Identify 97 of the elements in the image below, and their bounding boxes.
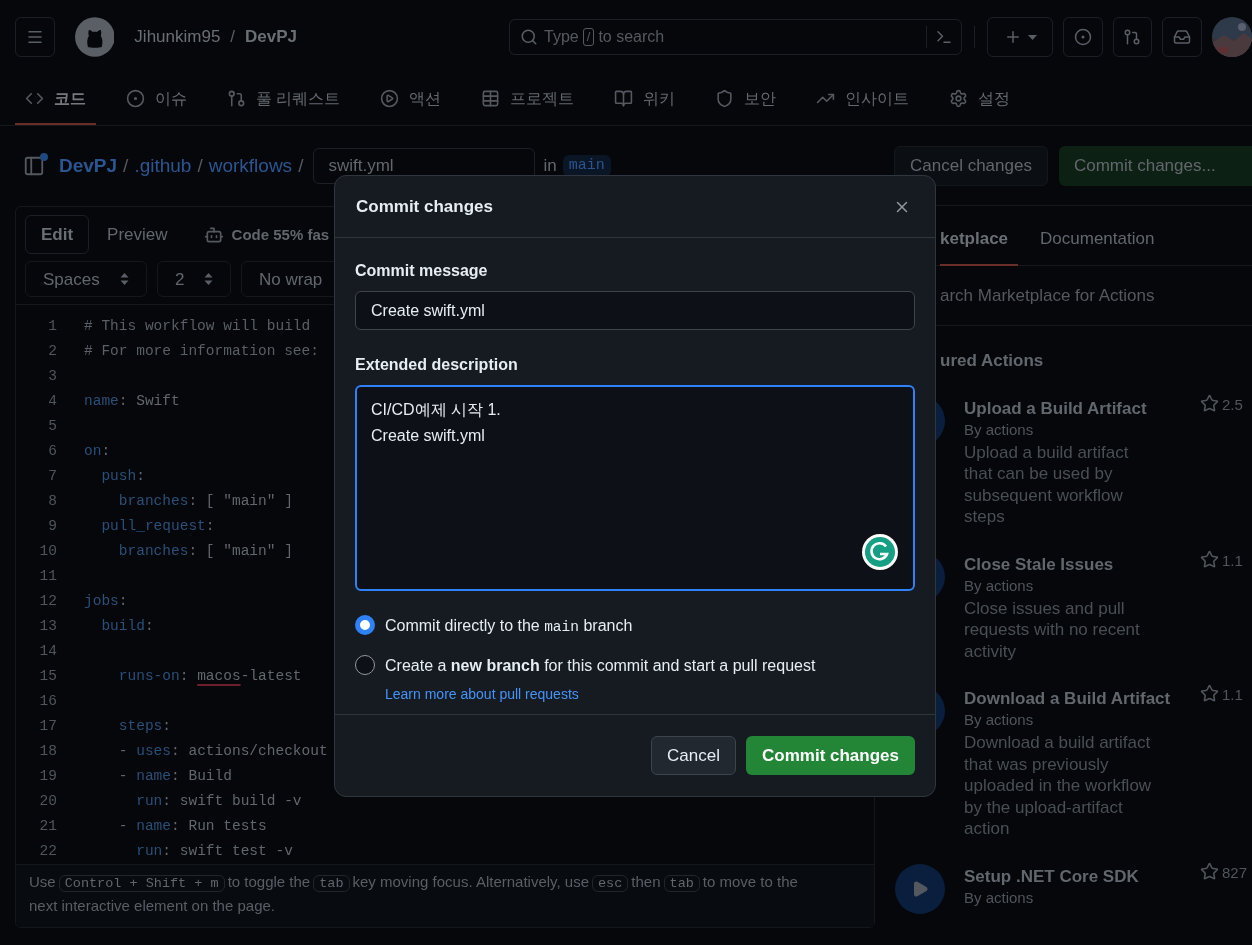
action-author: By actions (964, 575, 1035, 596)
code-line: - uses: actions/checkout (117, 741, 328, 761)
line-number: 10 (38, 541, 57, 561)
search-field[interactable]: Type / to search (509, 19, 963, 55)
repo-name[interactable]: DevPJ (245, 24, 298, 50)
keyboard-hint: Use Control + Shift + m to toggle the tab key moving focus. Alternatively, use esc then tab to move to the next interactive element on the page. (29, 872, 799, 916)
code-line: run: swift test -v (135, 841, 293, 861)
line-number: 1 (47, 316, 57, 336)
nav-tab[interactable]: 위키 (604, 74, 686, 125)
commit-message-field[interactable]: Create swift.yml (355, 291, 915, 330)
dialog-title: Commit changes (356, 195, 493, 218)
search-placeholder: Type / to search (544, 27, 665, 48)
code-line: on: (84, 441, 111, 461)
panel-tab[interactable]: Documentation (1040, 214, 1155, 266)
radio-label[interactable]: Create a new branch for this commit and start a pull request (385, 653, 816, 678)
nav-tab[interactable]: 보안 (705, 74, 787, 125)
editor-select[interactable]: Spaces (25, 261, 147, 298)
star-count: 2.5 (1222, 394, 1243, 415)
code-line: build: (100, 616, 154, 636)
learn-more-link[interactable]: Learn more about pull requests (385, 683, 816, 705)
field-label: Extended description (355, 355, 519, 375)
line-number: 5 (47, 416, 57, 436)
nav-tab[interactable]: 인사이트 (806, 74, 920, 125)
code-line: run: swift build -v (135, 791, 302, 811)
path-separator: / (123, 153, 129, 178)
code-line: # For more information see: (84, 341, 319, 361)
action-description: Upload a build artifact that can be used by subsequent workflow steps (964, 441, 1130, 528)
code-line: branches: [ "main" ] (117, 491, 293, 511)
nav-tab[interactable]: 코드 (15, 74, 96, 125)
editor-tab[interactable]: Edit (25, 215, 90, 255)
nav-tab[interactable]: 설정 (939, 74, 1021, 125)
code-line: name: Swift (84, 391, 180, 411)
branch-label: in (543, 155, 557, 178)
code-line: steps: (117, 716, 172, 736)
line-number: 9 (47, 516, 57, 536)
line-number: 7 (47, 466, 57, 486)
action-author: By actions (964, 887, 1035, 908)
description-field[interactable]: CI/CD예제 시작 1. Create swift.yml (355, 385, 915, 591)
code-line: runs-on: macos-latest (117, 666, 302, 686)
action-title[interactable]: Setup .NET Core SDK (964, 865, 1194, 888)
nav-tab[interactable]: 이슈 (116, 74, 197, 125)
breadcrumb-link[interactable]: workflows (208, 151, 293, 181)
code-line: branches: [ "main" ] (117, 541, 293, 561)
line-number: 8 (47, 491, 57, 511)
branch-name: main (562, 154, 611, 178)
action-description: Close issues and pull requests with no recent activity (964, 597, 1141, 662)
section-heading: ured Actions (940, 350, 1045, 372)
breadcrumb-link[interactable]: .github (134, 151, 192, 181)
action-author: By actions (964, 710, 1035, 730)
radio-label[interactable]: Commit directly to the main branch (385, 614, 633, 639)
breadcrumb-link[interactable]: DevPJ (59, 151, 118, 181)
commit-button[interactable]: Commit changes (746, 736, 915, 775)
line-number: 11 (38, 566, 57, 586)
line-number: 18 (38, 741, 57, 761)
action-description: Download a build artifact that was previously uploaded in the workflow by the upload-artifact action (964, 732, 1153, 840)
line-number: 14 (38, 641, 57, 661)
nav-tab[interactable]: 프로젝트 (471, 74, 585, 125)
line-number: 6 (47, 441, 57, 461)
line-number: 13 (38, 616, 57, 636)
nav-tab[interactable]: 액션 (370, 74, 452, 125)
line-number: 3 (47, 366, 57, 386)
action-author: By actions (964, 419, 1035, 440)
line-number: 20 (38, 791, 57, 811)
line-number: 16 (38, 691, 57, 711)
star-count: 1.1 (1222, 685, 1243, 705)
cancel-button[interactable]: Cancel (651, 736, 736, 775)
field-label: Commit message (355, 261, 489, 281)
cancel-changes-button[interactable]: Cancel changes (894, 145, 1048, 186)
action-title[interactable]: Close Stale Issues (964, 553, 1194, 576)
panel-tab[interactable]: ketplace (940, 214, 1019, 266)
path-separator: / (197, 153, 203, 178)
editor-tab[interactable]: Preview (91, 215, 184, 255)
code-line: - name: Build (117, 766, 232, 786)
line-number: 2 (47, 341, 57, 361)
line-number: 21 (38, 816, 57, 836)
repo-owner[interactable]: Jihunkim95 (134, 24, 221, 50)
action-title[interactable]: Upload a Build Artifact (964, 397, 1194, 420)
line-number: 12 (38, 591, 57, 611)
code-line: # This workflow will build (84, 316, 311, 336)
editor-select[interactable]: 2 (157, 261, 231, 298)
action-title[interactable]: Download a Build Artifact (964, 688, 1194, 710)
line-number: 17 (38, 716, 57, 736)
line-number: 22 (38, 841, 57, 861)
code-line: jobs: (84, 591, 128, 611)
code-line: pull_request: (100, 516, 215, 536)
code-line: - name: Run tests (117, 816, 267, 836)
copilot-promo: Code 55% fas (231, 224, 330, 245)
star-count: 1.1 (1222, 550, 1243, 571)
line-number: 15 (38, 666, 57, 686)
path-separator: / (230, 26, 236, 49)
path-separator: / (298, 153, 304, 178)
commit-changes-button[interactable]: Commit changes... (1058, 145, 1252, 186)
nav-tab[interactable]: 풀 리퀘스트 (217, 74, 351, 125)
line-number: 19 (38, 766, 57, 786)
star-count: 827 (1222, 862, 1248, 883)
code-line: push: (100, 466, 145, 486)
line-number: 4 (47, 391, 57, 411)
